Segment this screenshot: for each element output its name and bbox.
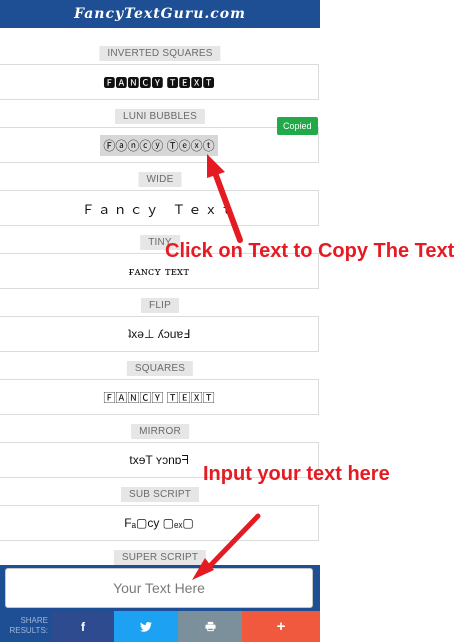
style-luni-bubbles: LUNI BUBBLES Ⓕⓐⓝⓒⓨ Ⓣⓔⓧⓣ xyxy=(0,103,320,166)
site-title[interactable]: FancyTextGuru.com xyxy=(74,6,246,22)
share-label: SHARE RESULTS: xyxy=(9,616,48,635)
copy-callout: Click on Text to Copy The Text xyxy=(165,240,455,262)
style-text-inverted-squares[interactable]: 🅵🅰🅽🅲🆈 🆃🅴🆇🆃 xyxy=(0,64,319,100)
style-squares: SQUARES 🄵🄰🄽🄲🅈 🅃🄴🅇🅃 xyxy=(0,355,320,418)
style-label: SUB SCRIPT xyxy=(120,487,200,502)
style-label: INVERTED SQUARES xyxy=(99,46,221,61)
style-text-flip[interactable]: ʇxǝ⊥ ʎɔuɐℲ xyxy=(0,316,319,352)
more-share-button[interactable]: + xyxy=(242,611,320,642)
facebook-icon: f xyxy=(81,619,85,634)
print-share-button[interactable] xyxy=(178,611,242,642)
input-callout: Input your text here xyxy=(203,463,390,485)
style-list: INVERTED SQUARES 🅵🅰🅽🅲🆈 🆃🅴🆇🆃 LUNI BUBBLES… xyxy=(0,40,320,607)
style-sub-script: SUB SCRIPT Fₐ▢cy ▢ₑₓ▢ xyxy=(0,481,320,544)
twitter-icon xyxy=(140,621,152,632)
style-text-sub-script[interactable]: Fₐ▢cy ▢ₑₓ▢ xyxy=(0,505,319,541)
selected-text[interactable]: Ⓕⓐⓝⓒⓨ Ⓣⓔⓧⓣ xyxy=(100,134,218,156)
style-flip: FLIP ʇxǝ⊥ ʎɔuɐℲ xyxy=(0,292,320,355)
style-label: SQUARES xyxy=(126,361,194,376)
copied-badge: Copied xyxy=(277,117,318,135)
printer-icon xyxy=(204,621,216,632)
facebook-share-button[interactable]: f xyxy=(52,611,114,642)
style-inverted-squares: INVERTED SQUARES 🅵🅰🅽🅲🆈 🆃🅴🆇🆃 xyxy=(0,40,320,103)
style-text-wide[interactable]: Ｆａｎｃｙ Ｔｅｘｔ xyxy=(0,190,319,226)
style-label: LUNI BUBBLES xyxy=(114,109,206,124)
style-wide: WIDE Ｆａｎｃｙ Ｔｅｘｔ xyxy=(0,166,320,229)
text-input[interactable] xyxy=(5,568,313,608)
style-label: MIRROR xyxy=(131,424,189,439)
style-text-squares[interactable]: 🄵🄰🄽🄲🅈 🅃🄴🅇🅃 xyxy=(0,379,319,415)
share-bar: SHARE RESULTS: f + xyxy=(0,611,320,642)
style-label: WIDE xyxy=(138,172,182,187)
style-text-luni-bubbles[interactable]: Ⓕⓐⓝⓒⓨ Ⓣⓔⓧⓣ xyxy=(0,127,319,163)
twitter-share-button[interactable] xyxy=(114,611,178,642)
app-panel: FancyTextGuru.com INVERTED SQUARES 🅵🅰🅽🅲🆈… xyxy=(0,0,320,642)
plus-icon: + xyxy=(276,618,286,635)
style-label: FLIP xyxy=(141,298,179,313)
style-label: SUPER SCRIPT xyxy=(113,550,207,565)
input-bar xyxy=(0,565,320,611)
site-header: FancyTextGuru.com xyxy=(0,0,320,28)
